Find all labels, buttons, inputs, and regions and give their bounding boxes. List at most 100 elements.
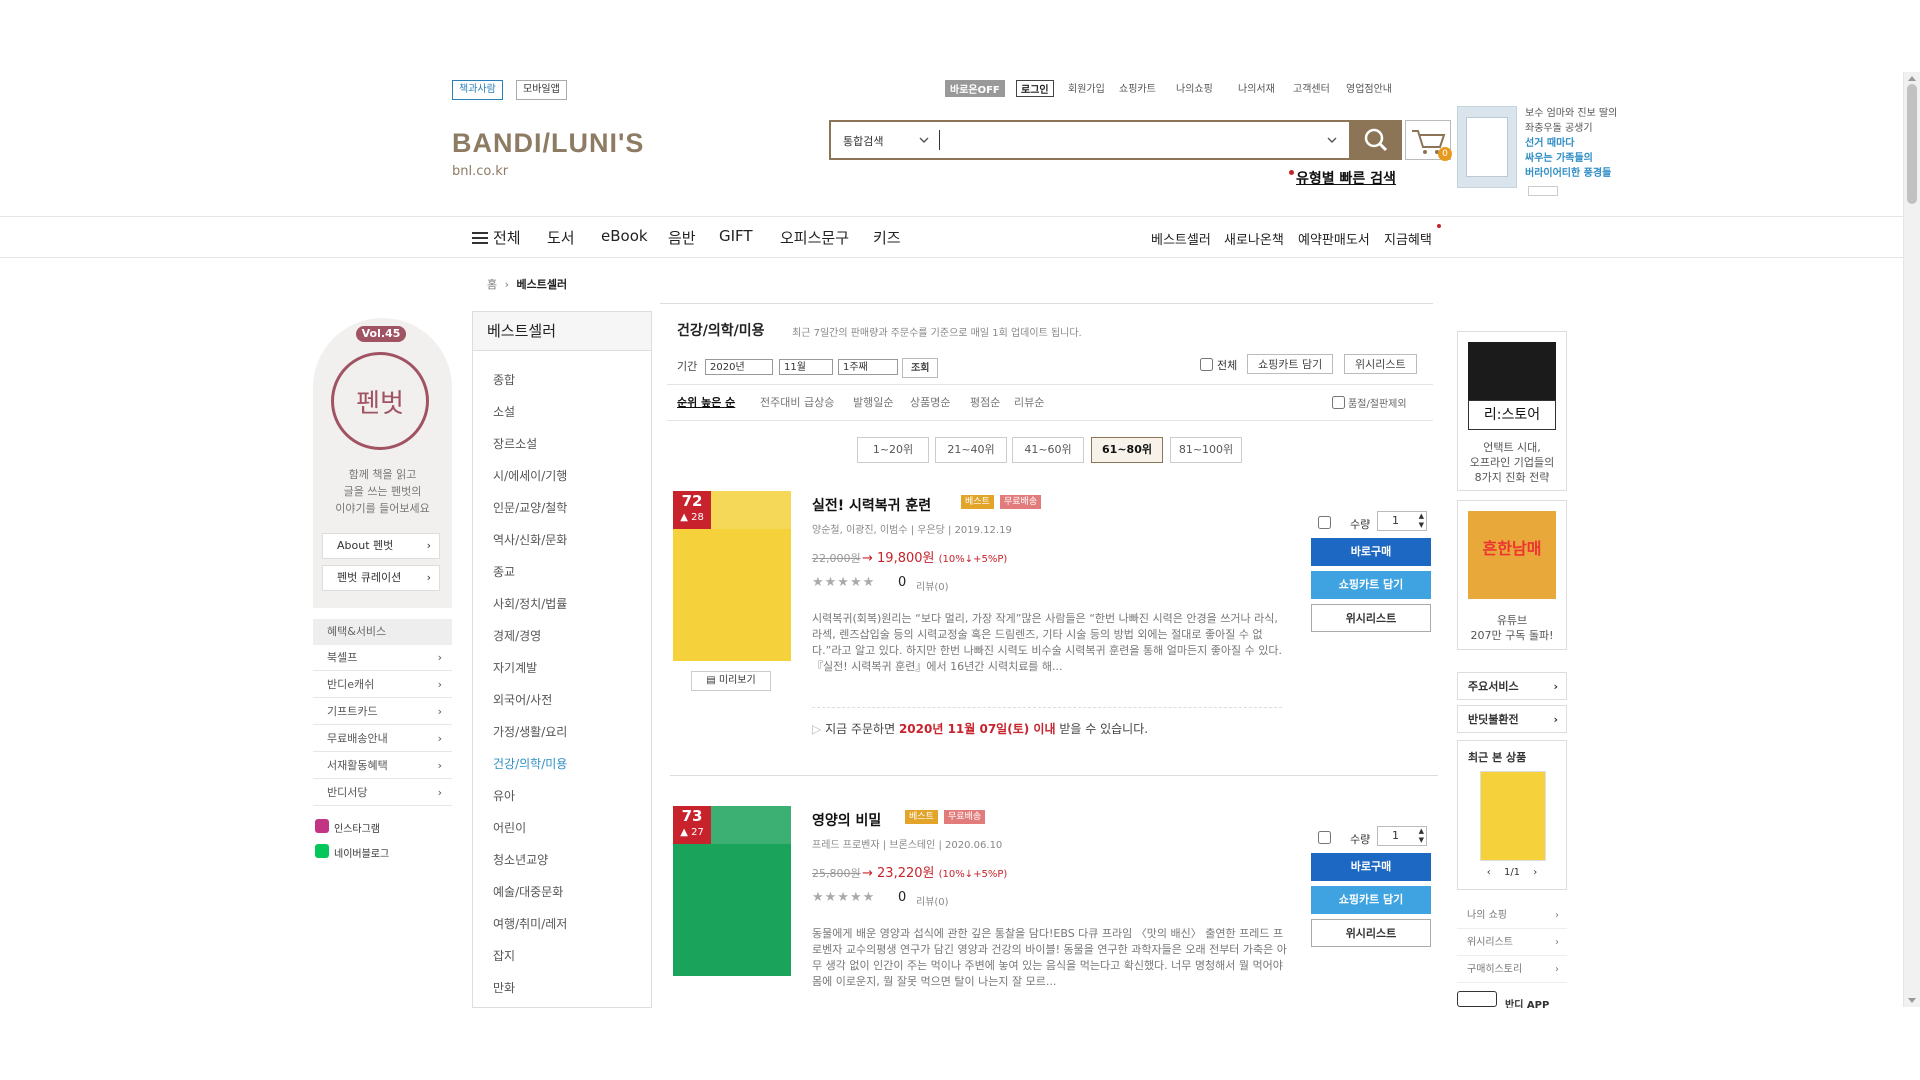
header-ad-text[interactable]: 보수 엄마와 진보 딸의 좌충우돌 공생기 선거 때마다 싸우는 가족들의 버라…: [1525, 106, 1617, 181]
myshop-link[interactable]: 나의쇼핑: [1176, 80, 1213, 95]
rank-page-button[interactable]: 61~80위: [1091, 437, 1163, 463]
recent-item-cover[interactable]: [1480, 771, 1546, 861]
sort-option[interactable]: 순위 높은 순: [677, 394, 735, 410]
book-title[interactable]: 실전! 시력복귀 훈련: [812, 495, 931, 515]
cart-link[interactable]: 쇼핑카트: [1119, 80, 1156, 95]
nav-book[interactable]: 도서: [547, 227, 575, 248]
right-quick-link[interactable]: 위시리스트 ›: [1457, 930, 1567, 956]
service-item[interactable]: 서재활동혜택 ›: [313, 753, 452, 779]
category-item[interactable]: 역사/신화/문화: [493, 531, 567, 548]
scroll-up-icon[interactable]: [1908, 76, 1916, 81]
category-item[interactable]: 자기계발: [493, 659, 537, 676]
sort-option[interactable]: 리뷰순: [1014, 394, 1044, 410]
category-item[interactable]: 종합: [493, 371, 515, 388]
search-scope-select[interactable]: 통합검색: [843, 133, 883, 149]
select-all-checkbox[interactable]: [1200, 358, 1213, 371]
naver-blog-link[interactable]: 네이버블로그: [334, 845, 389, 860]
instagram-icon[interactable]: [315, 819, 329, 833]
nav-all[interactable]: 전체: [493, 227, 521, 248]
week-select[interactable]: 1주째: [838, 359, 898, 375]
category-item[interactable]: 종교: [493, 563, 515, 580]
site-logo[interactable]: BANDI/LUNI'S: [452, 128, 644, 159]
nav-benefit[interactable]: 지금혜택: [1384, 229, 1432, 248]
category-item[interactable]: 청소년교양: [493, 851, 548, 868]
buy-now-button[interactable]: 바로구매: [1311, 538, 1431, 566]
category-item[interactable]: 소설: [493, 403, 515, 420]
service-item[interactable]: 반디e캐쉬 ›: [313, 672, 452, 698]
category-item[interactable]: 어린이: [493, 819, 526, 836]
buy-now-button[interactable]: 바로구매: [1311, 853, 1431, 881]
stepper-arrows-icon[interactable]: ▲ ▼: [1419, 827, 1424, 845]
category-item[interactable]: 유아: [493, 787, 515, 804]
customer-center-link[interactable]: 고객센터: [1293, 80, 1330, 95]
breadcrumb-home[interactable]: 홈: [487, 278, 497, 291]
category-item[interactable]: 장르소설: [493, 435, 537, 452]
book-cover[interactable]: 73 ▲ 27: [673, 806, 791, 976]
nav-music[interactable]: 음반: [668, 227, 696, 248]
instagram-link[interactable]: 인스타그램: [334, 820, 380, 835]
penbut-logo[interactable]: 펜벗: [331, 352, 429, 450]
rank-page-button[interactable]: 41~60위: [1012, 437, 1084, 463]
app-icon[interactable]: [1457, 991, 1497, 1007]
sort-option[interactable]: 전주대비 급상승: [760, 394, 834, 410]
service-item[interactable]: 반디서당 ›: [313, 780, 452, 806]
book-select-checkbox[interactable]: [1318, 516, 1331, 529]
header-ad-image[interactable]: [1457, 106, 1517, 188]
quantity-stepper[interactable]: 1 ▲ ▼: [1377, 826, 1427, 846]
category-item[interactable]: 건강/의학/미용: [493, 755, 567, 772]
category-item[interactable]: 사회/정치/법률: [493, 595, 567, 612]
offline-toggle[interactable]: 바로온OFF: [945, 80, 1005, 97]
ad-pager[interactable]: [1528, 186, 1558, 196]
chevron-left-icon[interactable]: ‹: [1487, 867, 1491, 878]
preview-button[interactable]: ▤ 미리보기: [691, 671, 771, 691]
category-item[interactable]: 인문/교양/철학: [493, 499, 567, 516]
quick-search-link[interactable]: 유형별 빠른 검색: [1296, 168, 1396, 188]
rank-page-button[interactable]: 21~40위: [935, 437, 1007, 463]
nav-preorder[interactable]: 예약판매도서: [1298, 229, 1370, 248]
book-cover[interactable]: 72 ▲ 28: [673, 491, 791, 661]
nav-new[interactable]: 새로나온책: [1224, 229, 1284, 248]
nav-bestseller[interactable]: 베스트셀러: [1151, 229, 1211, 248]
add-all-wishlist-button[interactable]: 위시리스트: [1344, 354, 1417, 374]
nav-gift[interactable]: GIFT: [719, 227, 753, 245]
month-select[interactable]: 11월: [779, 359, 833, 375]
exclude-soldout-checkbox[interactable]: [1332, 396, 1345, 409]
category-item[interactable]: 여행/취미/레저: [493, 915, 567, 932]
bandi-exchange-link[interactable]: 반딧불환전 ›: [1457, 705, 1567, 733]
scroll-down-icon[interactable]: [1908, 998, 1916, 1003]
search-input[interactable]: [943, 128, 1327, 154]
book-title[interactable]: 영양의 비밀: [812, 810, 881, 830]
add-all-cart-button[interactable]: 쇼핑카트 담기: [1247, 354, 1334, 374]
category-item[interactable]: 외국어/사전: [493, 691, 552, 708]
penbut-about-link[interactable]: About 펜벗 ›: [322, 533, 440, 559]
tab-books-people[interactable]: 책과사람: [452, 80, 503, 100]
book-select-checkbox[interactable]: [1318, 831, 1331, 844]
cart-button[interactable]: 0: [1405, 120, 1452, 161]
category-item[interactable]: 가정/생활/요리: [493, 723, 567, 740]
page-scrollbar[interactable]: [1903, 72, 1920, 1007]
menu-icon[interactable]: [472, 231, 488, 245]
period-search-button[interactable]: 조회: [902, 358, 939, 378]
category-item[interactable]: 경제/경영: [493, 627, 541, 644]
main-services-link[interactable]: 주요서비스 ›: [1457, 672, 1567, 700]
tab-mobile-app[interactable]: 모바일앱: [516, 80, 567, 100]
review-count-link[interactable]: 리뷰(0): [916, 578, 949, 593]
category-item[interactable]: 예술/대중문화: [493, 883, 563, 900]
category-item[interactable]: 시/에세이/기행: [493, 467, 567, 484]
quantity-stepper[interactable]: 1 ▲ ▼: [1377, 511, 1427, 531]
category-item[interactable]: 만화: [493, 979, 515, 996]
stepper-arrows-icon[interactable]: ▲ ▼: [1419, 512, 1424, 530]
nav-office[interactable]: 오피스문구: [780, 227, 849, 248]
right-ad-restore[interactable]: 리:스토어 언택트 시대, 오프라인 기업들의 8가지 진화 전략: [1457, 331, 1567, 491]
nav-kids[interactable]: 키즈: [873, 227, 901, 248]
year-select[interactable]: 2020년: [705, 359, 773, 375]
recent-items-pager[interactable]: ‹ 1/1 ›: [1458, 867, 1566, 878]
naver-blog-icon[interactable]: [315, 844, 329, 858]
add-to-cart-button[interactable]: 쇼핑카트 담기: [1311, 886, 1431, 914]
nav-ebook[interactable]: eBook: [601, 227, 648, 245]
right-quick-link[interactable]: 구매히스토리 ›: [1457, 957, 1567, 983]
chevron-down-icon[interactable]: [919, 137, 929, 144]
search-button[interactable]: [1350, 120, 1402, 160]
rank-page-button[interactable]: 81~100위: [1170, 437, 1242, 463]
right-quick-link[interactable]: 나의 쇼핑 ›: [1457, 903, 1567, 929]
